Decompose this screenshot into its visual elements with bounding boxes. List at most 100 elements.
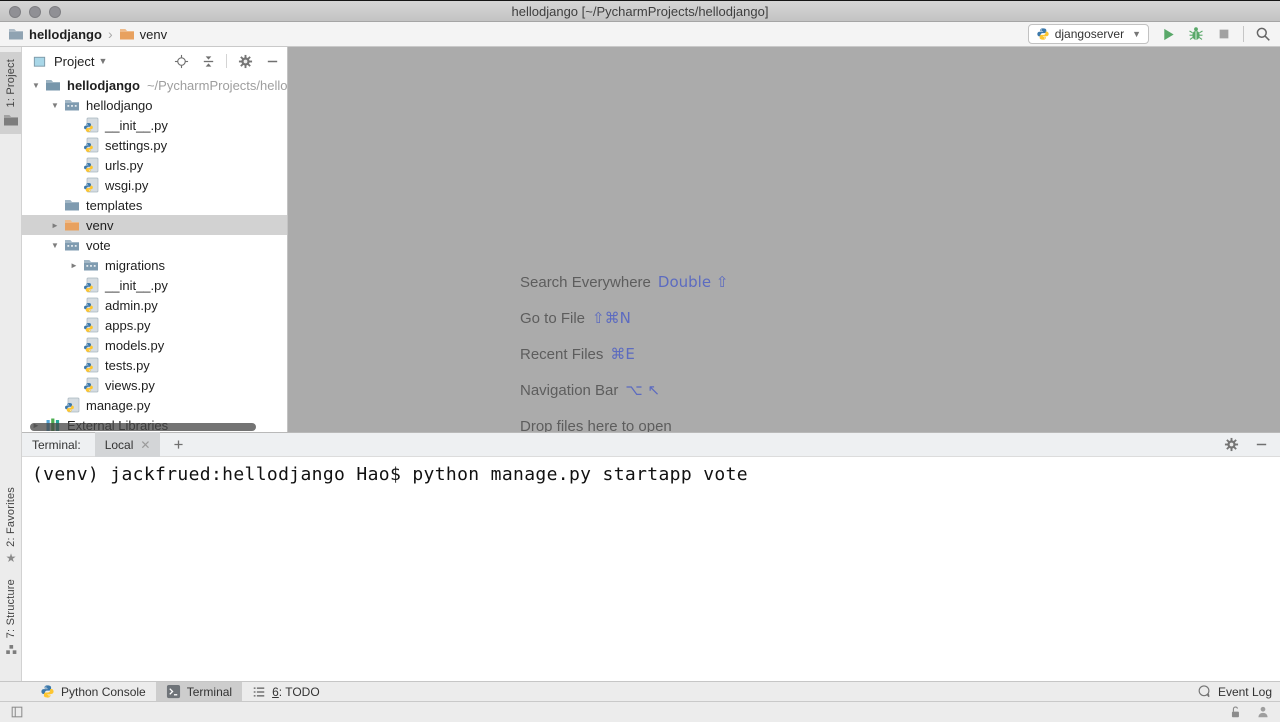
tool-window-tabs: Python ConsoleTerminal 6: TODO: [30, 682, 330, 701]
terminal-output-line: (venv) jackfrued:hellodjango Hao$ python…: [32, 464, 748, 485]
tree-item-label: vote: [86, 238, 111, 253]
tree-item-label: __init__.py: [105, 118, 168, 133]
tree-item-apps-py[interactable]: apps.py: [22, 315, 287, 335]
terminal-output[interactable]: (venv) jackfrued:hellodjango Hao$ python…: [22, 457, 1280, 681]
tree-toggle-down-icon[interactable]: ▼: [46, 101, 64, 110]
tree-item-hellodjango[interactable]: ▼ hellodjango: [22, 95, 287, 115]
tree-item-hellodjango[interactable]: ▼hellodjango~/PycharmProjects/hellodjang…: [22, 75, 287, 95]
editor-shortcut-hints: Search EverywhereDouble ⇧Go to File⇧⌘NRe…: [520, 264, 728, 432]
breadcrumb-item-venv[interactable]: venv: [119, 26, 167, 42]
tree-item-init-py[interactable]: __init__.py: [22, 115, 287, 135]
python-file-icon: [83, 317, 99, 333]
shortcut-keys: Double ⇧: [658, 273, 729, 291]
tree-item-label: hellodjango: [67, 78, 140, 93]
new-session-button[interactable]: [172, 438, 185, 451]
stop-button[interactable]: [1215, 25, 1233, 43]
project-panel-tools: [172, 52, 281, 70]
sidebar-tab-favorites[interactable]: 2: Favorites ★: [0, 480, 22, 570]
tree-item-label: urls.py: [105, 158, 143, 173]
minimize-window-button[interactable]: [29, 6, 41, 18]
hector-profile-icon[interactable]: [1254, 703, 1272, 721]
tree-toggle-right-icon[interactable]: ►: [65, 261, 83, 270]
tree-item-init-py[interactable]: __init__.py: [22, 275, 287, 295]
toolbar-tab-python-console[interactable]: Python Console: [30, 682, 156, 701]
toolwindow-switcher-icon[interactable]: [8, 703, 26, 721]
sidebar-tab-project[interactable]: 1: Project: [0, 52, 22, 134]
status-bar: [0, 701, 1280, 722]
shortcut-hint-recent-files: Recent Files⌘E: [520, 336, 728, 372]
tree-item-views-py[interactable]: views.py: [22, 375, 287, 395]
star-icon: ★: [6, 552, 17, 564]
terminal-tab-local[interactable]: Local ✕: [95, 432, 161, 457]
unlock-icon[interactable]: [1226, 703, 1244, 721]
python-file-icon: [83, 357, 99, 373]
window-controls: [9, 6, 61, 18]
editor-area[interactable]: Search EverywhereDouble ⇧Go to File⇧⌘NRe…: [289, 47, 1280, 432]
toolbar-tab-terminal[interactable]: Terminal: [156, 682, 242, 701]
python-file-icon: [64, 397, 80, 413]
tree-item-label: apps.py: [105, 318, 151, 333]
tool-window-bar: Python ConsoleTerminal 6: TODO Event Log: [0, 681, 1280, 701]
tree-item-wsgi-py[interactable]: wsgi.py: [22, 175, 287, 195]
tree-item-label: settings.py: [105, 138, 167, 153]
tree-item-admin-py[interactable]: admin.py: [22, 295, 287, 315]
tree-item-venv[interactable]: ►venv: [22, 215, 287, 235]
tree-item-label: tests.py: [105, 358, 150, 373]
run-button[interactable]: [1159, 25, 1177, 43]
close-icon[interactable]: ✕: [140, 438, 150, 452]
tree-item-settings-py[interactable]: settings.py: [22, 135, 287, 155]
structure-tab-label: 7: Structure: [5, 579, 17, 638]
shortcut-hint-drop-files-here-to-open: Drop files here to open: [520, 408, 728, 432]
tree-toggle-down-icon[interactable]: ▼: [46, 241, 64, 250]
close-window-button[interactable]: [9, 6, 21, 18]
toolbar-divider: [1243, 26, 1244, 42]
toolbar-divider: [226, 54, 227, 68]
breadcrumb-label: venv: [140, 27, 167, 42]
project-panel-header: Project ▼: [22, 47, 287, 75]
tree-toggle-right-icon[interactable]: ►: [46, 221, 64, 230]
tree-item-tests-py[interactable]: tests.py: [22, 355, 287, 375]
package-icon: [64, 97, 80, 113]
folder-root-icon: [45, 77, 61, 93]
hide-panel-icon[interactable]: [1252, 436, 1270, 454]
event-log-button[interactable]: Event Log: [1197, 684, 1272, 699]
structure-icon: [5, 643, 18, 656]
collapse-all-icon[interactable]: [199, 52, 217, 70]
python-logo-icon: [1036, 27, 1050, 41]
python-file-icon: [83, 297, 99, 313]
tree-item-label: __init__.py: [105, 278, 168, 293]
folder-slate-icon: [8, 26, 24, 42]
chevron-down-icon: ▼: [1132, 29, 1141, 39]
tree-item-models-py[interactable]: models.py: [22, 335, 287, 355]
sidebar-tab-structure[interactable]: 7: Structure: [0, 572, 22, 662]
search-everywhere-button[interactable]: [1254, 25, 1272, 43]
speech-bubble-icon: [1197, 684, 1212, 699]
title-bar[interactable]: hellodjango [~/PycharmProjects/hellodjan…: [0, 0, 1280, 22]
toolbar-tab-6-todo[interactable]: 6: TODO: [242, 682, 330, 701]
debug-button[interactable]: [1187, 25, 1205, 43]
horizontal-scrollbar[interactable]: [30, 423, 256, 431]
locate-icon[interactable]: [172, 52, 190, 70]
tree-item-label: migrations: [105, 258, 165, 273]
project-panel-title[interactable]: Project: [54, 54, 94, 69]
shortcut-keys: ⌘E: [610, 345, 634, 363]
gear-icon[interactable]: [1222, 436, 1240, 454]
tool-tab-label: 6: TODO: [272, 685, 320, 699]
run-config-selector[interactable]: djangoserver ▼: [1028, 24, 1149, 44]
hide-panel-icon[interactable]: [263, 52, 281, 70]
zoom-window-button[interactable]: [49, 6, 61, 18]
python-file-icon: [83, 157, 99, 173]
tree-item-vote[interactable]: ▼ vote: [22, 235, 287, 255]
breadcrumb-item-hellodjango[interactable]: hellodjango: [8, 26, 102, 42]
tree-item-templates[interactable]: templates: [22, 195, 287, 215]
folder-orange-icon: [119, 26, 135, 42]
tree-item-label: hellodjango: [86, 98, 153, 113]
tree-item-migrations[interactable]: ► migrations: [22, 255, 287, 275]
python-file-icon: [83, 177, 99, 193]
terminal-panel-label: Terminal:: [32, 438, 81, 452]
tree-item-label: views.py: [105, 378, 155, 393]
tree-item-urls-py[interactable]: urls.py: [22, 155, 287, 175]
tree-toggle-down-icon[interactable]: ▼: [27, 81, 45, 90]
gear-icon[interactable]: [236, 52, 254, 70]
tree-item-manage-py[interactable]: manage.py: [22, 395, 287, 415]
